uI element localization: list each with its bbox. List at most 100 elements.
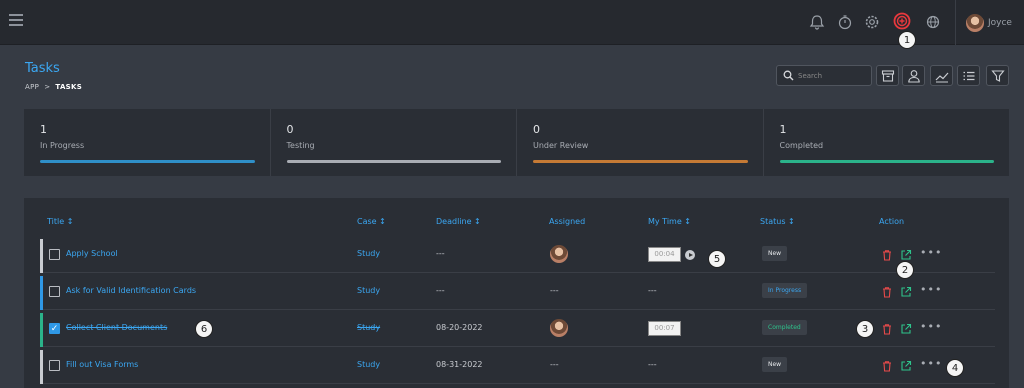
time-display: 00:07: [648, 321, 681, 336]
task-title-link[interactable]: Ask for Valid Identification Cards: [66, 286, 196, 295]
table-row: Apply School Study --- 00:04 New •••: [40, 237, 995, 273]
row-checkbox[interactable]: [49, 286, 60, 297]
stat-bar: [40, 160, 255, 163]
open-icon[interactable]: [900, 286, 912, 298]
stat-count: 1: [40, 123, 47, 136]
stat-count: 0: [286, 123, 294, 136]
stat-bar: [533, 160, 748, 163]
col-header-mytime[interactable]: My Time ↕: [648, 217, 691, 226]
status-badge: New: [762, 246, 788, 261]
breadcrumb: APP > TASKS: [25, 83, 83, 91]
top-bar: Joyce: [0, 0, 1024, 45]
stat-completed[interactable]: 1 Completed: [764, 109, 1010, 176]
add-timer-icon[interactable]: [892, 11, 912, 31]
globe-icon[interactable]: [924, 13, 942, 31]
row-checkbox[interactable]: [49, 360, 60, 371]
annotation-badge-3: 3: [856, 320, 874, 338]
open-icon[interactable]: [900, 323, 912, 335]
stat-count: 0: [533, 123, 540, 136]
assigned: ---: [550, 360, 559, 369]
status-badge: Completed: [762, 320, 807, 335]
case-link[interactable]: Study: [357, 360, 380, 369]
stat-label: Testing: [286, 141, 315, 150]
case-link[interactable]: Study: [357, 249, 380, 258]
row-checkbox[interactable]: ✓: [49, 323, 60, 334]
case-link[interactable]: Study: [357, 323, 380, 332]
status-badge: In Progress: [762, 283, 808, 298]
more-icon[interactable]: •••: [920, 321, 942, 332]
gear-icon[interactable]: [863, 13, 881, 31]
row-indicator: [40, 313, 43, 347]
list-view-button[interactable]: [957, 65, 980, 86]
col-header-case[interactable]: Case ↕: [357, 217, 386, 226]
time-display: ---: [648, 360, 657, 369]
task-title-link[interactable]: Apply School: [66, 249, 118, 258]
list-icon: [963, 71, 975, 81]
status-summary: 1 In Progress 0 Testing 0 Under Review 1…: [24, 109, 1009, 176]
trend-icon: [935, 72, 949, 83]
col-header-status[interactable]: Status ↕: [760, 217, 795, 226]
filter-icon: [991, 70, 1005, 82]
col-header-action: Action: [879, 217, 905, 226]
user-name: Joyce: [988, 17, 1012, 28]
assigned: ---: [550, 286, 559, 295]
search-box[interactable]: Search: [776, 65, 872, 86]
avatar: [966, 13, 984, 32]
page-title: Tasks: [25, 61, 60, 76]
row-indicator: [40, 239, 43, 273]
deadline: ---: [436, 249, 445, 258]
stat-label: In Progress: [40, 141, 85, 150]
stat-count: 1: [779, 123, 787, 136]
annotation-badge-5: 5: [708, 250, 726, 268]
stat-bar: [779, 160, 994, 163]
deadline: 08-31-2022: [436, 360, 483, 369]
assignee-button[interactable]: [902, 65, 925, 86]
row-indicator: [40, 276, 43, 310]
delete-icon[interactable]: [881, 286, 893, 298]
delete-icon[interactable]: [881, 249, 893, 261]
annotation-badge-4: 4: [946, 359, 964, 377]
col-header-deadline[interactable]: Deadline ↕: [436, 217, 481, 226]
table-row: ✓ Collect Client Documents Study 08-20-2…: [40, 311, 995, 347]
annotation-badge-1: 1: [898, 31, 916, 49]
avatar[interactable]: [550, 245, 568, 263]
stat-in-progress[interactable]: 1 In Progress: [24, 109, 271, 176]
timer-icon[interactable]: [836, 13, 854, 31]
breadcrumb-root[interactable]: APP: [25, 83, 39, 91]
search-input[interactable]: Search: [798, 72, 822, 80]
search-icon: [783, 70, 794, 81]
play-icon[interactable]: [685, 250, 695, 260]
row-indicator: [40, 350, 43, 384]
annotation-badge-6: 6: [195, 320, 213, 338]
open-icon[interactable]: [900, 360, 912, 372]
archive-button[interactable]: [876, 65, 899, 86]
delete-icon[interactable]: [881, 323, 893, 335]
row-checkbox[interactable]: [49, 249, 60, 260]
stat-bar: [286, 160, 501, 163]
open-icon[interactable]: [900, 249, 912, 261]
deadline: ---: [436, 286, 445, 295]
menu-icon[interactable]: [9, 14, 23, 26]
user-menu[interactable]: Joyce: [955, 0, 1012, 45]
delete-icon[interactable]: [881, 360, 893, 372]
more-icon[interactable]: •••: [920, 358, 942, 369]
avatar[interactable]: [550, 319, 568, 337]
analytics-button[interactable]: [930, 65, 953, 86]
table-row: Ask for Valid Identification Cards Study…: [40, 274, 995, 310]
more-icon[interactable]: •••: [920, 284, 942, 295]
status-badge: New: [762, 357, 788, 372]
col-header-title[interactable]: Title ↕: [47, 217, 73, 226]
case-link[interactable]: Study: [357, 286, 380, 295]
bell-icon[interactable]: [808, 13, 826, 31]
archive-icon: [881, 70, 895, 82]
filter-button[interactable]: [986, 65, 1009, 86]
stat-under-review[interactable]: 0 Under Review: [517, 109, 764, 176]
task-title-link[interactable]: Collect Client Documents: [66, 323, 167, 332]
annotation-badge-2: 2: [896, 261, 914, 279]
stat-testing[interactable]: 0 Testing: [271, 109, 517, 176]
more-icon[interactable]: •••: [920, 247, 942, 258]
col-header-assigned: Assigned: [549, 217, 586, 226]
task-title-link[interactable]: Fill out Visa Forms: [66, 360, 138, 369]
stat-label: Under Review: [533, 141, 589, 150]
time-display: ---: [648, 286, 657, 295]
